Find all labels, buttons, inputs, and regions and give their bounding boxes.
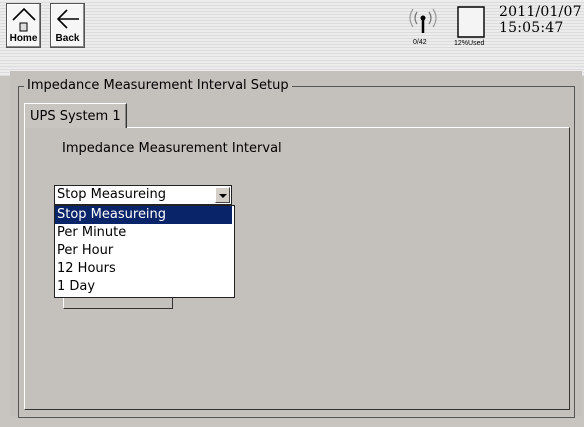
back-button[interactable]: Back — [50, 3, 85, 48]
interval-select-value: Stop Measureing — [57, 187, 167, 202]
status-time: 15:05:47 — [499, 20, 564, 36]
sd-card-icon — [457, 6, 485, 38]
storage-used: 12%Used — [454, 40, 485, 47]
option-12-hours[interactable]: 12 Hours — [55, 260, 234, 278]
home-button[interactable]: Home — [6, 3, 41, 48]
signal-icon — [409, 8, 437, 33]
option-1-day[interactable]: 1 Day — [55, 278, 234, 296]
back-label: Back — [55, 33, 80, 44]
top-bar: Home Back 0/42 12%Used 2011/01/07 15:05:… — [0, 0, 584, 59]
interval-select[interactable]: Stop Measureing — [54, 185, 232, 205]
home-icon — [12, 7, 36, 32]
option-per-minute[interactable]: Per Minute — [55, 224, 234, 242]
signal-count: 0/42 — [413, 39, 427, 46]
back-arrow-icon — [56, 9, 79, 29]
tab-ups-system-1[interactable]: UPS System 1 — [24, 103, 127, 128]
option-per-hour[interactable]: Per Hour — [55, 242, 234, 260]
chevron-down-icon[interactable] — [215, 187, 230, 203]
option-stop-measuring[interactable]: Stop Measureing — [55, 206, 232, 224]
status-date: 2011/01/07 — [499, 4, 582, 20]
home-label: Home — [9, 33, 38, 44]
interval-label: Impedance Measurement Interval — [62, 141, 282, 156]
interval-dropdown-list: Stop Measureing Per Minute Per Hour 12 H… — [54, 205, 235, 298]
group-title: Impedance Measurement Interval Setup — [24, 78, 292, 93]
